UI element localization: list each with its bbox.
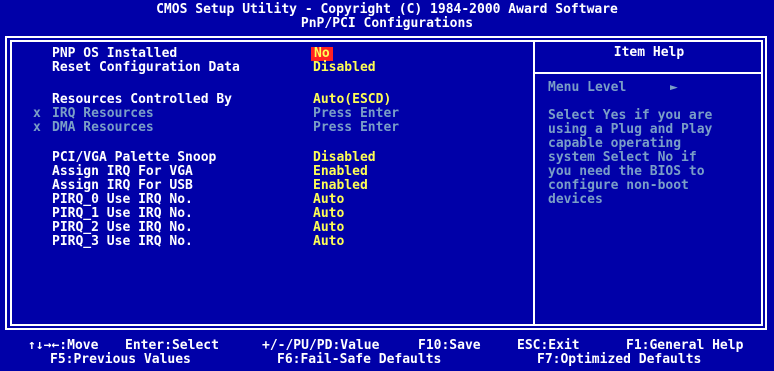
utility-title: CMOS Setup Utility - Copyright (C) 1984-… xyxy=(156,2,618,17)
key-general-help: F1:General Help xyxy=(626,338,744,353)
key-previous-values: F5:Previous Values xyxy=(50,352,191,367)
page-title: PnP/PCI Configurations xyxy=(300,16,474,31)
key-select: Enter:Select xyxy=(125,338,219,353)
setting-value-irq-usb[interactable]: Enabled xyxy=(313,179,368,193)
help-title-separator xyxy=(535,72,763,74)
setting-label-irq-resources: IRQ Resources xyxy=(52,106,154,121)
key-value: +/-/PU/PD:Value xyxy=(262,338,380,353)
setting-value-palette-snoop[interactable]: Disabled xyxy=(313,151,376,165)
setting-label-pirq2[interactable]: PIRQ_2 Use IRQ No. xyxy=(52,221,193,235)
setting-label-pirq0[interactable]: PIRQ_0 Use IRQ No. xyxy=(52,193,193,207)
setting-value-irq-vga[interactable]: Enabled xyxy=(313,165,368,179)
setting-label-reset-config[interactable]: Reset Configuration Data xyxy=(52,61,240,75)
setting-value-reset-config[interactable]: Disabled xyxy=(313,61,376,75)
setting-label-irq-usb[interactable]: Assign IRQ For USB xyxy=(52,179,193,193)
setting-label-pirq1[interactable]: PIRQ_1 Use IRQ No. xyxy=(52,207,193,221)
key-save: F10:Save xyxy=(418,338,481,353)
panel-divider xyxy=(533,40,535,326)
key-legend: ↑↓→←:Move Enter:Select +/-/PU/PD:Value F… xyxy=(0,334,774,371)
setting-value-pirq2[interactable]: Auto xyxy=(313,221,344,235)
setting-label-pirq3[interactable]: PIRQ_3 Use IRQ No. xyxy=(52,235,193,249)
setting-label-dma-resources: DMA Resources xyxy=(52,120,154,135)
help-text: Select Yes if you are using a Plug and P… xyxy=(548,108,713,207)
menu-level-arrow-icon: ► xyxy=(670,80,678,95)
menu-level-label: Menu Level xyxy=(548,80,627,95)
disabled-marker-icon: x xyxy=(33,106,41,121)
disabled-marker-icon: x xyxy=(33,120,41,135)
setting-label-pnp-os[interactable]: PNP OS Installed xyxy=(52,47,177,61)
setting-value-irq-resources: Press Enter xyxy=(313,106,400,121)
setting-value-dma-resources: Press Enter xyxy=(313,120,400,135)
title-bar: CMOS Setup Utility - Copyright (C) 1984-… xyxy=(0,0,774,34)
setting-value-pnp-os[interactable]: No xyxy=(311,47,333,61)
key-move: ↑↓→←:Move xyxy=(28,338,99,353)
key-failsafe-defaults: F6:Fail-Safe Defaults xyxy=(277,352,442,367)
setting-label-resources-controlled[interactable]: Resources Controlled By xyxy=(52,93,232,107)
setting-label-irq-vga[interactable]: Assign IRQ For VGA xyxy=(52,165,193,179)
key-optimized-defaults: F7:Optimized Defaults xyxy=(537,352,702,367)
setting-label-palette-snoop[interactable]: PCI/VGA Palette Snoop xyxy=(52,151,216,165)
setting-value-pirq0[interactable]: Auto xyxy=(313,193,344,207)
setting-value-pirq1[interactable]: Auto xyxy=(313,207,344,221)
setting-value-resources-controlled[interactable]: Auto(ESCD) xyxy=(313,93,391,107)
setting-value-pirq3[interactable]: Auto xyxy=(313,235,344,249)
key-exit: ESC:Exit xyxy=(517,338,580,353)
help-panel-title: Item Help xyxy=(613,45,685,60)
